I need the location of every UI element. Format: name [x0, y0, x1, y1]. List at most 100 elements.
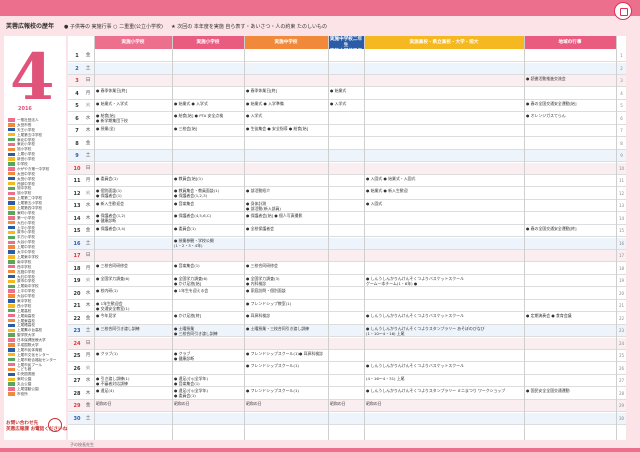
calendar-row: 29 金昭和の日 昭和の日 昭和の日 昭和の日 昭和の日 29: [68, 400, 626, 413]
event-cell: [328, 188, 364, 200]
weekday-label: 日: [85, 253, 91, 258]
event-cell: ● 全校保護者会: [246, 225, 274, 231]
event-cell: ● 春の全国交通安全運動[終]: [526, 225, 577, 231]
event-cell: [328, 275, 364, 287]
day-number: 30: [73, 415, 81, 422]
event-cell: [94, 150, 172, 162]
event-cell: ● 三校会[始]: [174, 125, 198, 131]
weekday-label: 木: [85, 390, 91, 396]
row-day-right: 18: [618, 265, 625, 271]
column-header-0: 実施小学校: [94, 36, 172, 49]
event-cell: (4・16〜4・31) 上尾: [366, 375, 405, 381]
event-cell: [94, 250, 172, 262]
color-tag-icon: [8, 240, 15, 244]
event-cell: 昭和の日: [330, 400, 346, 406]
weekday-label: 土: [85, 65, 91, 71]
event-cell: [172, 338, 244, 350]
sidebar-list-label: 上尾第二中学校: [17, 196, 43, 201]
event-cell: [244, 375, 328, 387]
sidebar-list-label: 日本保健医療大学: [17, 338, 46, 343]
day-number: 4: [75, 90, 79, 97]
event-cell: [524, 375, 616, 387]
day-number: 7: [75, 128, 79, 134]
row-day-right: 5: [620, 103, 623, 108]
row-day-right: 14: [618, 215, 625, 221]
sidebar-list-label: 上尾南中学校: [17, 284, 39, 289]
event-cell: ● 校内研(1): [96, 288, 118, 293]
event-cell: ● 始業式・入学式: [96, 100, 128, 106]
event-cell: ● 新入生歓迎会: [96, 200, 124, 206]
color-tag-icon: [8, 260, 15, 264]
color-tag-icon: [8, 162, 15, 166]
event-cell: ● 三校合同引き渡し訓練: [96, 325, 140, 331]
event-cell: ● 入学式: [330, 100, 347, 106]
legend-description: ● 子供等の 実施行事 ○ 二重重(公立小学校) ★ 次回の 本年度を実施 自ら…: [64, 24, 328, 30]
day-number: 2: [75, 65, 79, 72]
day-number: 9: [75, 153, 79, 159]
event-cell: [328, 288, 364, 300]
day-number: 20: [73, 290, 81, 297]
day-number: 15: [73, 228, 81, 234]
weekday-label: 水: [85, 203, 91, 208]
color-tag-icon: [8, 274, 15, 279]
weekday-label: 木: [85, 303, 91, 308]
color-tag-icon: [8, 201, 15, 205]
event-cell: [524, 88, 616, 100]
weekday-label: 月: [85, 90, 91, 96]
event-cell: [364, 150, 524, 162]
sidebar-list-label: 西部中学校: [17, 181, 35, 186]
sidebar-list-label: 上尾南高校: [17, 313, 35, 318]
sidebar-list-label: 上尾中学校: [17, 245, 35, 250]
sidebar-list-label: 上尾市民体育館: [17, 347, 43, 352]
sidebar-list-label: 丸山公園: [17, 382, 32, 387]
day-number: 22: [73, 315, 81, 322]
event-cell: [244, 163, 328, 175]
calendar-row: 16 土 ● 授業参観・学校公開 (1・2・3・4年) 16: [68, 237, 626, 250]
row-day-right: 2: [620, 65, 623, 71]
event-cell: ● 教員会[始](1): [174, 175, 203, 181]
weekday-label: 月: [85, 178, 91, 183]
event-cell: [364, 213, 524, 225]
event-cell: [244, 175, 328, 187]
color-tag-icon: [8, 289, 15, 293]
weekday-label: 土: [85, 240, 91, 246]
event-cell: ● フレンドシップスクール(1): [246, 388, 299, 393]
event-cell: [328, 75, 364, 87]
sidebar-list-label: こども館: [17, 367, 32, 372]
calendar-page: 芙蓉広報校の歴年 ● 子供等の 実施行事 ○ 二重重(公立小学校) ★ 次回の …: [0, 0, 640, 452]
sidebar-list-label: 大谷中学校: [17, 294, 35, 299]
event-cell: [94, 138, 172, 150]
event-cell: ● 保護者会(1,2) ● 健康診断: [96, 213, 126, 224]
event-cell: [172, 250, 244, 262]
color-tag-icon: [8, 255, 15, 259]
weekday-label: 火: [85, 365, 91, 371]
color-tag-icon: [8, 235, 15, 240]
event-cell: [94, 63, 172, 75]
sidebar-list-label: 原市小学校: [17, 230, 35, 235]
event-cell: [524, 350, 616, 362]
color-tag-icon: [8, 333, 15, 337]
event-cell: ● 耳鼻科検診: [246, 313, 271, 318]
event-cell: ● 遠足(小)(全学年) ● 音楽集会(1): [174, 375, 209, 386]
event-cell: ● 三校合同研修会: [96, 263, 128, 268]
event-cell: ● 給食[始] ● PTA 安全点検: [174, 113, 224, 118]
event-cell: ● オレンジガスてらん: [526, 113, 566, 118]
calendar-row: 7 木 ● 授業(全) ● 三校会[始] ● 生徒集会 ● 安全指導 ● 給食[始] 7: [68, 125, 626, 138]
day-number: 17: [73, 253, 81, 259]
event-cell: ● 音楽集会: [174, 200, 195, 206]
event-cell: [364, 350, 524, 362]
event-cell: [172, 75, 244, 87]
sidebar-list-label: 上尾東中学校: [17, 254, 39, 259]
weekday-label: 土: [85, 328, 91, 333]
sidebar-school-list: 一般社団法人 太田市長 天王小学校 上尾第五中学校 東北中学校 東北小学校 旭小学校 上尾小学…: [8, 118, 66, 397]
event-cell: [524, 238, 616, 250]
color-tag-icon: [8, 147, 15, 152]
event-cell: [172, 413, 244, 425]
event-cell: [364, 225, 524, 237]
calendar-row: 8金8: [68, 138, 626, 150]
event-cell: [524, 338, 616, 350]
color-tag-icon: [8, 382, 15, 386]
sidebar-list-label: 一般社団法人: [17, 118, 39, 122]
event-cell: [328, 413, 364, 425]
event-cell: ● 始業式: [330, 88, 347, 93]
